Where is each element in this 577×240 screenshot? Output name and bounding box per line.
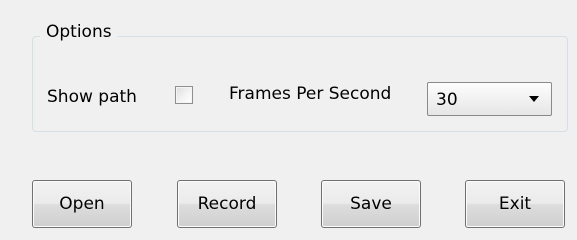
chevron-down-icon [529,96,539,102]
exit-button[interactable]: Exit [465,180,565,228]
show-path-label: Show path [47,87,137,107]
save-button[interactable]: Save [321,180,421,228]
options-group-title: Options [40,21,118,43]
record-button[interactable]: Record [177,180,277,228]
show-path-checkbox[interactable] [175,86,193,104]
open-button[interactable]: Open [32,180,132,228]
fps-select[interactable]: 30 [427,82,552,116]
fps-select-value: 30 [436,90,458,110]
fps-label: Frames Per Second [229,84,392,104]
